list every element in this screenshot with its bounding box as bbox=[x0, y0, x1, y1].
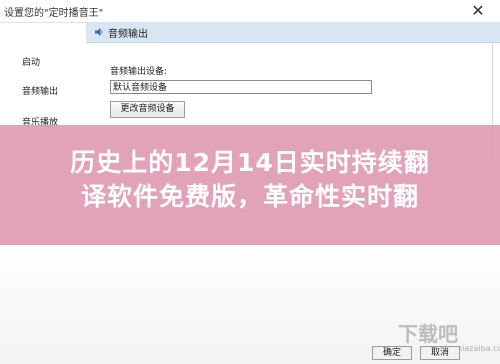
change-audio-device-button[interactable]: 更改音频设备 bbox=[110, 101, 185, 118]
window-title: 设置您的"定时播音王" bbox=[4, 8, 104, 19]
cancel-button[interactable]: 取消 bbox=[420, 346, 460, 360]
banner-headline: 历史上的12月14日实时持续翻 译软件免费版，革命性实时翻 bbox=[0, 146, 500, 214]
watermark-logo-text: 下载吧 bbox=[398, 322, 458, 346]
ok-button[interactable]: 确定 bbox=[372, 346, 412, 360]
window-titlebar: 设置您的"定时播音王" ✕ bbox=[0, 0, 500, 23]
sidebar-item-label: 音频输出 bbox=[22, 87, 59, 97]
close-icon[interactable]: ✕ bbox=[456, 0, 500, 22]
speaker-icon bbox=[95, 28, 103, 36]
sidebar-item-audio-output[interactable]: 音频输出 bbox=[0, 80, 82, 104]
sidebar-item-startup[interactable]: 启动 bbox=[0, 51, 82, 75]
device-field-label: 音频输出设备: bbox=[110, 67, 168, 77]
panel-header: 音频输出 bbox=[86, 22, 500, 43]
audio-device-field[interactable]: 默认音频设备 bbox=[110, 80, 372, 94]
banner-headline-line-1: 历史上的12月14日实时持续翻 bbox=[70, 148, 430, 177]
banner-headline-line-2: 译软件免费版，革命性实时翻 bbox=[80, 182, 419, 211]
panel-title: 音频输出 bbox=[108, 29, 148, 40]
sidebar-item-label: 启动 bbox=[22, 58, 41, 68]
